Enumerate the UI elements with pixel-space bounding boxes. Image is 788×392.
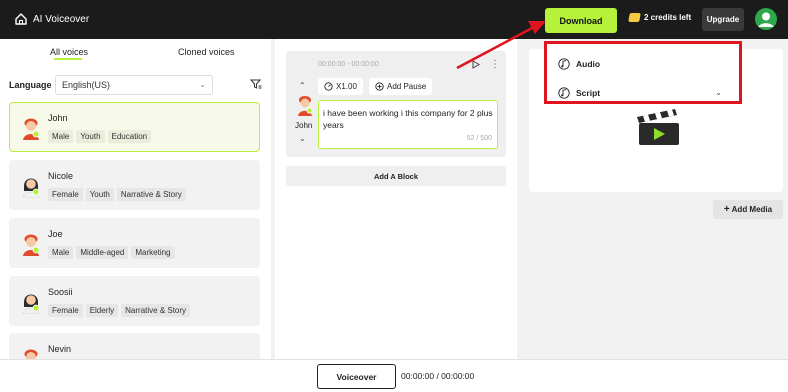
language-value: English(US): [62, 80, 111, 90]
voice-list-panel: All voices Cloned voices Language Englis…: [0, 39, 271, 392]
voice-avatar-icon: [23, 234, 40, 256]
speaker-avatar-icon: [298, 96, 313, 116]
speed-label: X1.00: [336, 82, 357, 91]
tab-all-voices[interactable]: All voices: [50, 47, 88, 57]
language-label: Language: [9, 80, 52, 90]
user-avatar-icon[interactable]: [755, 8, 777, 30]
speaker-name: John: [295, 121, 313, 130]
voice-block: 00:00:00 - 00:00:00 ⋮ ⌃ John ⌄ X1.00 Add…: [286, 51, 506, 157]
credits-text: 2 credits left: [644, 13, 692, 22]
script-textarea[interactable]: i have been working i this company for 2…: [318, 100, 498, 149]
char-count: 52 / 500: [466, 135, 492, 142]
voice-tag: Marketing: [131, 246, 175, 259]
add-media-button[interactable]: + Add Media: [713, 200, 783, 219]
add-pause-button[interactable]: Add Pause: [369, 78, 433, 95]
credits-icon: [628, 13, 641, 22]
voice-tag: Youth: [85, 188, 114, 201]
voice-tags: Female Youth Narrative & Story: [48, 188, 186, 201]
credits-indicator: 2 credits left: [628, 13, 692, 22]
download-audio-label: Audio: [576, 59, 601, 69]
download-script-label: Script: [576, 88, 601, 98]
speed-button[interactable]: X1.00: [318, 78, 363, 95]
active-tab-underline: [54, 58, 82, 60]
speed-gauge-icon: [324, 82, 333, 91]
voice-name: Soosii: [48, 287, 73, 297]
tab-cloned-voices[interactable]: Cloned voices: [178, 47, 235, 57]
voice-tag: Male: [48, 246, 74, 259]
voice-tags: Male Youth Education: [48, 130, 152, 143]
top-bar: AI Voiceover Download 2 credits left Upg…: [0, 0, 788, 39]
voice-avatar-icon: [22, 178, 40, 198]
chevron-down-icon[interactable]: ⌄: [715, 88, 722, 97]
script-text: i have been working i this company for 2…: [323, 108, 493, 130]
voiceover-button[interactable]: Voiceover: [317, 364, 396, 389]
add-pause-label: Add Pause: [387, 82, 427, 91]
download-audio-option[interactable]: Audio: [558, 57, 600, 71]
voice-card-john[interactable]: John Male Youth Education: [9, 102, 260, 152]
more-options-icon[interactable]: ⋮: [490, 59, 500, 70]
app-title: AI Voiceover: [33, 14, 90, 25]
plus-circle-icon: [375, 82, 384, 91]
filter-icon[interactable]: [250, 78, 262, 90]
script-editor-panel: 00:00:00 - 00:00:00 ⋮ ⌃ John ⌄ X1.00 Add…: [275, 39, 517, 359]
voice-tags: Female Elderly Narrative & Story: [48, 304, 191, 317]
bottom-bar: Voiceover 00:00:00 / 00:00:00: [0, 359, 788, 392]
download-script-option[interactable]: Script: [558, 86, 600, 100]
voice-name: John: [48, 113, 68, 123]
voice-tag: Education: [107, 130, 152, 143]
voice-tag: Male: [48, 130, 74, 143]
download-dropdown: Audio Script ⌄: [544, 41, 742, 104]
add-media-label: Add Media: [731, 205, 773, 214]
home-icon[interactable]: [14, 12, 28, 26]
voice-avatar-icon: [22, 294, 40, 314]
voice-card-soosii[interactable]: Soosii Female Elderly Narrative & Story: [9, 276, 260, 326]
upgrade-button[interactable]: Upgrade: [702, 8, 744, 31]
chevron-down-icon[interactable]: ⌄: [299, 134, 306, 143]
language-select[interactable]: English(US) ⌄: [55, 75, 213, 95]
music-note-icon: [558, 87, 570, 99]
voice-name: Nevin: [48, 344, 72, 354]
voice-tag: Narrative & Story: [116, 188, 186, 201]
voice-card-joe[interactable]: Joe Male Middle-aged Marketing: [9, 218, 260, 268]
voice-name: Joe: [48, 229, 63, 239]
voice-name: Nicole: [48, 171, 74, 181]
download-button[interactable]: Download: [545, 8, 617, 33]
voice-tags: Male Middle-aged Marketing: [48, 246, 175, 259]
voice-tag: Elderly: [85, 304, 119, 317]
add-block-button[interactable]: Add A Block: [286, 166, 506, 186]
chevron-up-icon[interactable]: ⌃: [299, 81, 306, 90]
music-note-icon: [558, 58, 570, 70]
clapperboard-icon: [637, 109, 679, 145]
voice-tag: Female: [48, 188, 83, 201]
voice-tag: Youth: [76, 130, 105, 143]
voice-avatar-icon: [23, 118, 40, 140]
voice-tag: Middle-aged: [76, 246, 129, 259]
block-timecode: 00:00:00 - 00:00:00: [318, 61, 379, 68]
voice-card-nicole[interactable]: Nicole Female Youth Narrative & Story: [9, 160, 260, 210]
voice-tag: Narrative & Story: [121, 304, 191, 317]
plus-icon: +: [723, 204, 730, 215]
voice-tag: Female: [48, 304, 83, 317]
playback-time: 00:00:00 / 00:00:00: [401, 371, 475, 381]
play-icon[interactable]: [472, 60, 480, 69]
chevron-down-icon: ⌄: [199, 80, 206, 89]
